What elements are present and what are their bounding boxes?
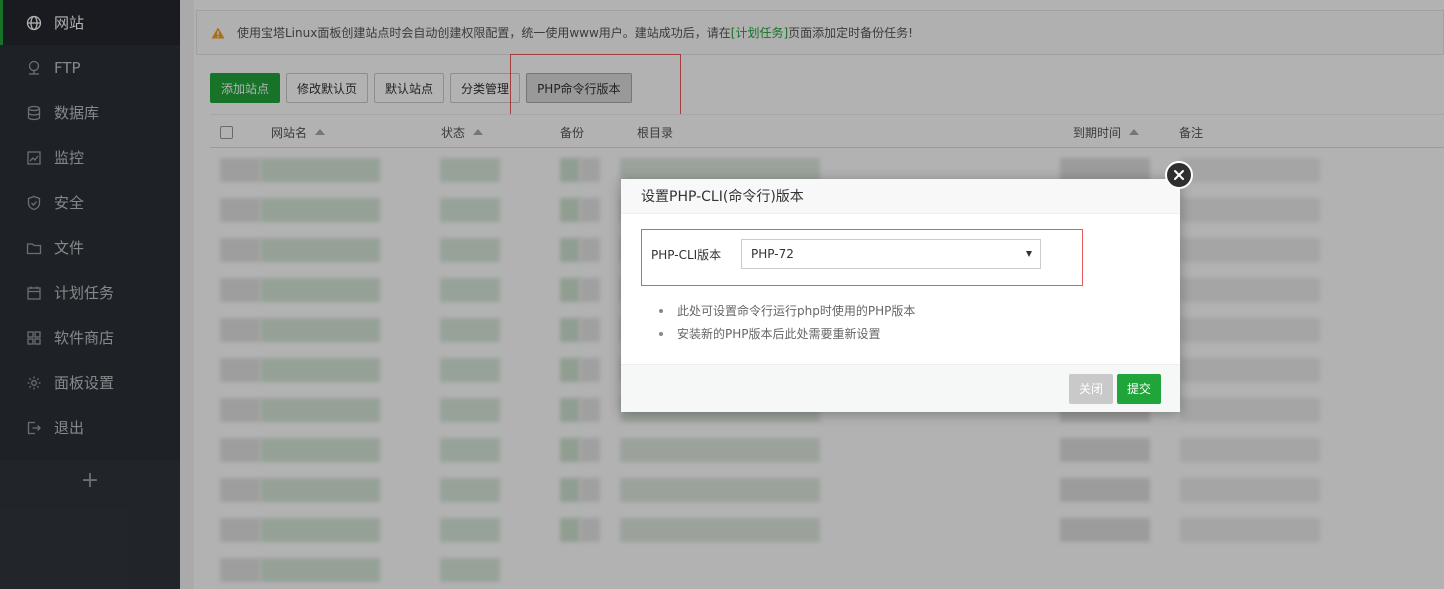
submit-button[interactable]: 提交 [1116,373,1161,404]
dialog-footer: 关闭 提交 [621,364,1180,412]
close-button[interactable]: 关闭 [1068,373,1113,404]
highlight-version-row [641,229,1083,286]
close-icon[interactable] [1165,161,1193,189]
tip-item: 安装新的PHP版本后此处需要重新设置 [659,322,915,345]
tip-item: 此处可设置命令行运行php时使用的PHP版本 [659,299,915,322]
php-cli-dialog: 设置PHP-CLI(命令行)版本 PHP-CLI版本 PHP-72 此处可设置命… [621,179,1180,412]
tips-list: 此处可设置命令行运行php时使用的PHP版本 安装新的PHP版本后此处需要重新设… [659,299,915,345]
dialog-title: 设置PHP-CLI(命令行)版本 [621,179,1180,214]
